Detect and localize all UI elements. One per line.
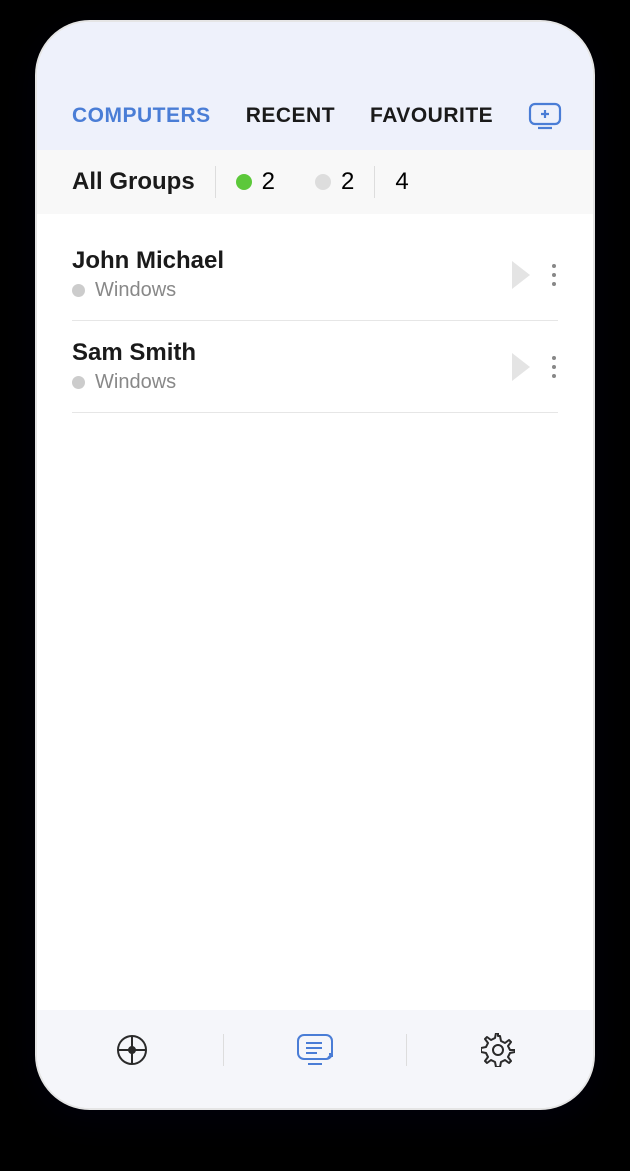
- online-count: 2: [216, 168, 295, 196]
- tab-favourite[interactable]: FAVOURITE: [370, 104, 493, 128]
- computer-os: Windows: [72, 279, 512, 302]
- add-computer-button[interactable]: [528, 102, 562, 130]
- bottom-nav: [37, 1010, 593, 1108]
- add-monitor-icon: [528, 102, 562, 130]
- offline-value: 2: [341, 168, 354, 196]
- more-menu-button[interactable]: [550, 259, 558, 291]
- gear-icon: [481, 1033, 515, 1067]
- computer-os: Windows: [72, 371, 512, 394]
- nav-remote-control[interactable]: [112, 1033, 152, 1067]
- computer-name: John Michael: [72, 247, 512, 275]
- connect-button[interactable]: [512, 353, 530, 381]
- list-item[interactable]: John Michael Windows: [72, 229, 558, 321]
- total-count: 4: [375, 168, 428, 196]
- crosshair-icon: [115, 1033, 149, 1067]
- os-label: Windows: [95, 371, 176, 394]
- nav-settings[interactable]: [478, 1033, 518, 1067]
- tab-recent[interactable]: RECENT: [246, 104, 335, 128]
- status-dot-icon: [72, 284, 85, 297]
- app-screen: COMPUTERS RECENT FAVOURITE All Groups 2 …: [35, 20, 595, 1110]
- group-name[interactable]: All Groups: [72, 168, 215, 196]
- offline-dot-icon: [315, 174, 331, 190]
- list-item-info: John Michael Windows: [72, 247, 512, 302]
- list-item[interactable]: Sam Smith Windows: [72, 321, 558, 413]
- computer-list: John Michael Windows Sam Smith Windows: [37, 214, 593, 1010]
- online-dot-icon: [236, 174, 252, 190]
- os-label: Windows: [95, 279, 176, 302]
- divider: [406, 1034, 407, 1066]
- group-summary: All Groups 2 2 4: [37, 150, 593, 214]
- tab-computers[interactable]: COMPUTERS: [72, 104, 211, 128]
- connect-button[interactable]: [512, 261, 530, 289]
- list-item-info: Sam Smith Windows: [72, 339, 512, 394]
- offline-count: 2: [295, 168, 374, 196]
- total-value: 4: [395, 168, 408, 196]
- header: COMPUTERS RECENT FAVOURITE: [37, 22, 593, 150]
- nav-computers[interactable]: [295, 1032, 335, 1068]
- tab-bar: COMPUTERS RECENT FAVOURITE: [37, 102, 593, 150]
- online-value: 2: [262, 168, 275, 196]
- status-dot-icon: [72, 376, 85, 389]
- divider: [223, 1034, 224, 1066]
- computer-name: Sam Smith: [72, 339, 512, 367]
- list-monitor-icon: [295, 1032, 335, 1068]
- more-menu-button[interactable]: [550, 351, 558, 383]
